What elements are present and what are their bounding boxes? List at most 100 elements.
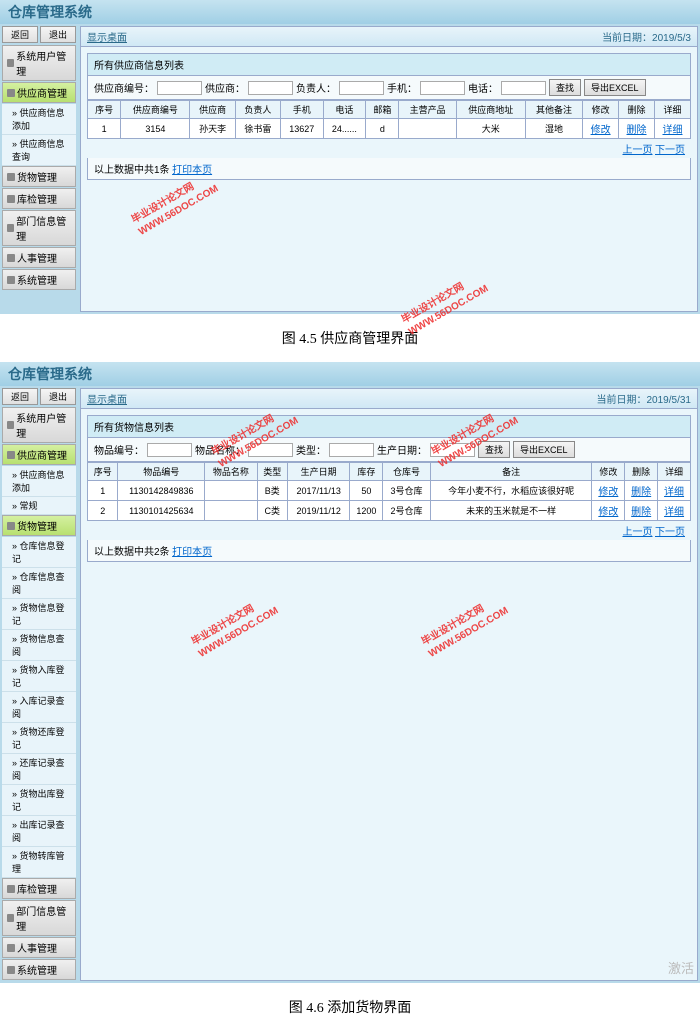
search-button[interactable]: 查找 [478,441,510,458]
table-cell: d [366,119,399,139]
sidebar-item[interactable]: » 货物信息查阅 [2,630,76,661]
sidebar-group[interactable]: 货物管理 [2,166,76,187]
search-label: 负责人： [296,80,336,95]
sidebar-group-label: 库检管理 [17,881,57,896]
table-header: 物品名称 [205,463,257,481]
table-header: 主营产品 [399,101,456,119]
table-cell [205,481,257,501]
row-action-link[interactable]: 修改 [591,125,611,136]
prev-page[interactable]: 上一页 [622,527,652,538]
sidebar-group[interactable]: 系统用户管理 [2,45,76,81]
table-cell: 2 [88,501,118,521]
sidebar-item[interactable]: » 出库记录查阅 [2,816,76,847]
sidebar-group[interactable]: 人事管理 [2,937,76,958]
search-input[interactable] [248,443,293,457]
sidebar-group-label: 供应商管理 [17,447,67,462]
exit-button[interactable]: 退出 [40,26,76,43]
sidebar-item[interactable]: » 货物入库登记 [2,661,76,692]
sidebar-item[interactable]: » 入库记录查阅 [2,692,76,723]
sidebar-item[interactable]: » 货物转库管理 [2,847,76,878]
sidebar-item[interactable]: » 常规 [2,497,76,515]
search-input[interactable] [430,443,475,457]
sidebar-item[interactable]: » 货物还库登记 [2,723,76,754]
sidebar-group[interactable]: 系统用户管理 [2,407,76,443]
crumb-link[interactable]: 显示桌面 [87,391,127,406]
row-action-link[interactable]: 删除 [631,487,651,498]
table-cell: B类 [257,481,287,501]
sidebar-item[interactable]: » 供应商信息添加 [2,104,76,135]
search-button[interactable]: 查找 [549,79,581,96]
sidebar-item[interactable]: » 仓库信息查阅 [2,568,76,599]
sys-icon [7,276,15,284]
export-button[interactable]: 导出EXCEL [584,79,646,96]
search-input[interactable] [248,81,293,95]
sidebar-group-label: 系统管理 [17,272,57,287]
sidebar-item[interactable]: » 货物信息登记 [2,599,76,630]
data-table: 序号物品编号物品名称类型生产日期库存仓库号备注修改删除详细11130142849… [87,462,691,521]
user-icon [7,59,14,67]
next-page[interactable]: 下一页 [655,145,685,156]
row-action-link[interactable]: 详细 [662,125,682,136]
box-icon [7,89,15,97]
sidebar-group-label: 系统用户管理 [16,410,71,440]
row-action-link[interactable]: 删除 [627,125,647,136]
search-input[interactable] [339,81,384,95]
sidebar-group[interactable]: 库检管理 [2,878,76,899]
back-button[interactable]: 返回 [2,388,38,405]
sidebar-group[interactable]: 人事管理 [2,247,76,268]
content: 所有货物信息列表 物品编号：物品名称：类型：生产日期：查找导出EXCEL 序号物… [81,409,697,980]
table-header: 其他备注 [525,101,582,119]
sidebar-group-label: 部门信息管理 [16,213,71,243]
pkg-icon [7,522,15,530]
sidebar-top: 返回 退出 [2,26,76,43]
app-body: 返回 退出 系统用户管理供应商管理» 供应商信息添加» 供应商信息查询货物管理库… [0,24,700,314]
sidebar-group[interactable]: 供应商管理 [2,82,76,103]
sidebar-group[interactable]: 部门信息管理 [2,210,76,246]
row-action-link[interactable]: 详细 [664,487,684,498]
sidebar-group-label: 库检管理 [17,191,57,206]
back-button[interactable]: 返回 [2,26,38,43]
row-action-link[interactable]: 删除 [631,507,651,518]
row-action-link[interactable]: 修改 [598,507,618,518]
sidebar-group[interactable]: 供应商管理 [2,444,76,465]
search-input[interactable] [501,81,546,95]
sidebar-group[interactable]: 系统管理 [2,269,76,290]
app-body: 返回 退出 系统用户管理供应商管理» 供应商信息添加» 常规货物管理» 仓库信息… [0,386,700,983]
sidebar-item[interactable]: » 供应商信息查询 [2,135,76,166]
table-header: 序号 [88,463,118,481]
prev-page[interactable]: 上一页 [622,145,652,156]
table-cell: 未来的玉米就是不一样 [430,501,592,521]
search-input[interactable] [157,81,202,95]
row-action-link[interactable]: 详细 [664,507,684,518]
figure-caption: 图 4.5 供应商管理界面 [0,314,700,362]
table-header: 详细 [658,463,691,481]
table-cell: 1 [88,119,121,139]
search-input[interactable] [420,81,465,95]
pager: 上一页 下一页 [87,139,691,158]
row-action-link[interactable]: 修改 [598,487,618,498]
next-page[interactable]: 下一页 [655,527,685,538]
print-link[interactable]: 打印本页 [172,165,212,176]
print-link[interactable]: 打印本页 [172,547,212,558]
sidebar: 返回 退出 系统用户管理供应商管理» 供应商信息添加» 供应商信息查询货物管理库… [0,24,78,314]
table-header: 序号 [88,101,121,119]
table-header: 备注 [430,463,592,481]
table-header: 电话 [323,101,366,119]
sidebar-item[interactable]: » 还库记录查阅 [2,754,76,785]
sidebar-group-label: 人事管理 [17,250,57,265]
sidebar-group[interactable]: 库检管理 [2,188,76,209]
table-cell: 1 [88,481,118,501]
table-header: 物品编号 [118,463,205,481]
sidebar-item[interactable]: » 仓库信息登记 [2,537,76,568]
sidebar-group[interactable]: 部门信息管理 [2,900,76,936]
table-cell: 2017/11/13 [287,481,349,501]
search-input[interactable] [329,443,374,457]
export-button[interactable]: 导出EXCEL [513,441,575,458]
exit-button[interactable]: 退出 [40,388,76,405]
sidebar-group[interactable]: 货物管理 [2,515,76,536]
sidebar-group[interactable]: 系统管理 [2,959,76,980]
crumb-link[interactable]: 显示桌面 [87,29,127,44]
search-input[interactable] [147,443,192,457]
content: 所有供应商信息列表 供应商编号：供应商：负责人：手机：电话：查找导出EXCEL … [81,47,697,311]
sidebar-item[interactable]: » 供应商信息添加 [2,466,76,497]
